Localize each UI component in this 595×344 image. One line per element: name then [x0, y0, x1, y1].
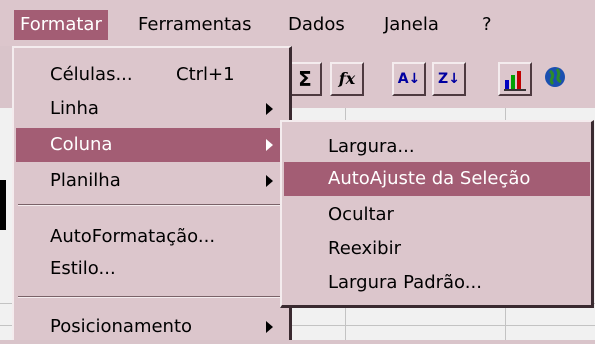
submenu-item-ocultar[interactable]: Ocultar — [284, 198, 590, 232]
function-wizard-button[interactable]: fx — [330, 62, 364, 96]
menu-bar: Formatar Ferramentas Dados Janela ? — [0, 0, 595, 46]
submenu-item-ocultar-label: Ocultar — [328, 204, 394, 225]
autosum-button[interactable]: Σ — [288, 62, 322, 96]
sort-descending-button[interactable]: Z↓ — [432, 62, 466, 96]
submenu-arrow-icon — [266, 139, 273, 151]
menu-separator — [18, 296, 286, 298]
cell-border-fragment — [0, 180, 6, 230]
submenu-arrow-icon — [266, 321, 273, 333]
menu-formatar[interactable]: Formatar — [14, 10, 108, 40]
submenu-arrow-icon — [266, 103, 273, 115]
menu-item-planilha[interactable]: Planilha — [16, 164, 288, 198]
submenu-item-largura[interactable]: Largura... — [284, 130, 590, 164]
menu-ferramentas[interactable]: Ferramentas — [132, 10, 257, 40]
menu-dados-label: Dados — [288, 14, 345, 35]
menu-item-posicionamento[interactable]: Posicionamento — [16, 310, 288, 344]
menu-item-celulas-shortcut: Ctrl+1 — [176, 64, 235, 85]
function-icon: fx — [338, 69, 356, 88]
menu-item-linha[interactable]: Linha — [16, 92, 288, 126]
standard-toolbar: Σ fx A↓ Z↓ — [280, 46, 595, 108]
menu-formatar-label: Formatar — [20, 14, 102, 35]
menu-item-coluna[interactable]: Coluna — [16, 128, 288, 162]
map-button[interactable] — [538, 62, 572, 96]
menu-item-autoformatacao[interactable]: AutoFormatação... — [16, 220, 288, 254]
submenu-item-largura-padrao[interactable]: Largura Padrão... — [284, 266, 590, 300]
submenu-item-largura-padrao-label: Largura Padrão... — [328, 272, 482, 293]
submenu-item-largura-label: Largura... — [328, 136, 415, 157]
menu-help-label: ? — [482, 14, 492, 35]
menu-item-celulas-label: Células... — [50, 64, 133, 85]
sort-ascending-icon: A↓ — [397, 71, 421, 87]
chart-wizard-icon — [504, 71, 526, 91]
menu-item-posicionamento-label: Posicionamento — [50, 316, 193, 337]
menu-janela[interactable]: Janela — [378, 10, 445, 40]
menu-item-linha-label: Linha — [50, 98, 99, 119]
menu-item-coluna-label: Coluna — [50, 134, 113, 155]
coluna-submenu: Largura... AutoAjuste da Seleção Ocultar… — [280, 120, 594, 308]
sigma-icon: Σ — [298, 67, 312, 91]
submenu-item-autoajuste[interactable]: AutoAjuste da Seleção — [284, 162, 590, 196]
menu-item-autoformatacao-label: AutoFormatação... — [50, 226, 216, 247]
submenu-item-reexibir-label: Reexibir — [328, 238, 402, 259]
submenu-item-autoajuste-label: AutoAjuste da Seleção — [328, 168, 531, 189]
submenu-item-reexibir[interactable]: Reexibir — [284, 232, 590, 266]
menu-item-estilo[interactable]: Estilo... — [16, 252, 288, 286]
menu-help[interactable]: ? — [476, 10, 498, 40]
menu-item-estilo-label: Estilo... — [50, 258, 116, 279]
submenu-arrow-icon — [266, 175, 273, 187]
globe-icon — [545, 67, 565, 87]
menu-janela-label: Janela — [384, 14, 439, 35]
menu-item-celulas[interactable]: Células... Ctrl+1 — [16, 58, 288, 92]
sort-descending-icon: Z↓ — [438, 71, 460, 87]
menu-ferramentas-label: Ferramentas — [138, 14, 252, 35]
menu-dados[interactable]: Dados — [282, 10, 351, 40]
menu-item-planilha-label: Planilha — [50, 170, 121, 191]
sort-ascending-button[interactable]: A↓ — [392, 62, 426, 96]
chart-wizard-button[interactable] — [498, 62, 532, 96]
formatar-menu: Células... Ctrl+1 Linha Coluna Planilha … — [12, 46, 292, 340]
menu-separator — [18, 204, 286, 206]
